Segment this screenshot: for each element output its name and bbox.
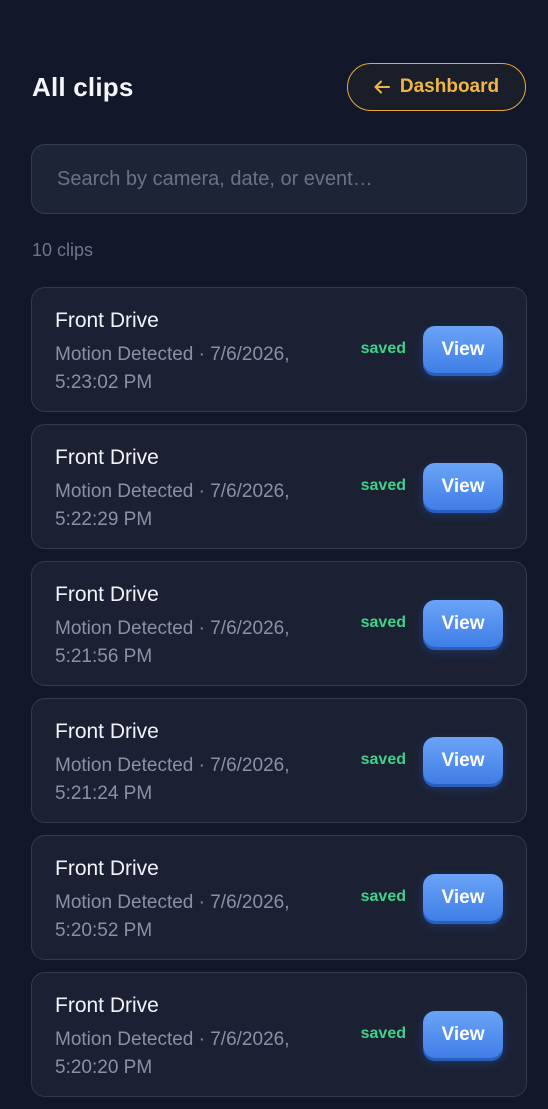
arrow-left-icon xyxy=(374,80,390,94)
search-input[interactable] xyxy=(55,166,526,192)
clip-count: 10 clips xyxy=(32,240,94,260)
search-box xyxy=(31,144,527,214)
status-badge: saved xyxy=(360,751,406,768)
clip-card: Front Drive Motion Detected · 7/6/2026, … xyxy=(31,972,527,1097)
status-badge: saved xyxy=(360,888,406,905)
view-button[interactable]: View xyxy=(423,1011,503,1058)
clip-meta: Motion Detected · 7/6/2026, 5:23:02 PM xyxy=(55,344,290,393)
view-button[interactable]: View xyxy=(423,463,503,510)
clip-card: Front Drive Motion Detected · 7/6/2026, … xyxy=(31,424,527,549)
page-title: All clips xyxy=(32,71,134,102)
clip-camera-name: Front Drive xyxy=(55,994,159,1017)
status-badge: saved xyxy=(360,1025,406,1042)
view-button[interactable]: View xyxy=(423,737,503,784)
clip-camera-name: Front Drive xyxy=(55,857,159,880)
view-button[interactable]: View xyxy=(423,600,503,647)
clip-meta: Motion Detected · 7/6/2026, 5:21:56 PM xyxy=(55,618,290,667)
clip-meta: Motion Detected · 7/6/2026, 5:20:52 PM xyxy=(55,892,290,941)
clip-camera-name: Front Drive xyxy=(55,583,159,606)
clip-list: Front Drive Motion Detected · 7/6/2026, … xyxy=(31,287,527,1109)
clip-card: Front Drive Motion Detected · 7/6/2026, … xyxy=(31,287,527,412)
dashboard-button[interactable]: Dashboard xyxy=(347,63,526,111)
status-badge: saved xyxy=(360,477,406,494)
clip-meta: Motion Detected · 7/6/2026, 5:21:24 PM xyxy=(55,755,290,804)
clip-camera-name: Front Drive xyxy=(55,720,159,743)
status-badge: saved xyxy=(360,614,406,631)
clip-card: Front Drive Motion Detected · 7/6/2026, … xyxy=(31,698,527,823)
clip-meta: Motion Detected · 7/6/2026, 5:22:29 PM xyxy=(55,481,290,530)
dashboard-button-label: Dashboard xyxy=(399,76,500,97)
clip-card: Front Drive Motion Detected · 7/6/2026, … xyxy=(31,835,527,960)
page-header: All clips Dashboard xyxy=(32,63,526,111)
clip-meta: Motion Detected · 7/6/2026, 5:20:20 PM xyxy=(55,1029,290,1078)
status-badge: saved xyxy=(360,340,406,357)
clip-card: Front Drive Motion Detected · 7/6/2026, … xyxy=(31,561,527,686)
clip-camera-name: Front Drive xyxy=(55,446,159,469)
clip-camera-name: Front Drive xyxy=(55,309,159,332)
view-button[interactable]: View xyxy=(423,326,503,373)
view-button[interactable]: View xyxy=(423,874,503,921)
